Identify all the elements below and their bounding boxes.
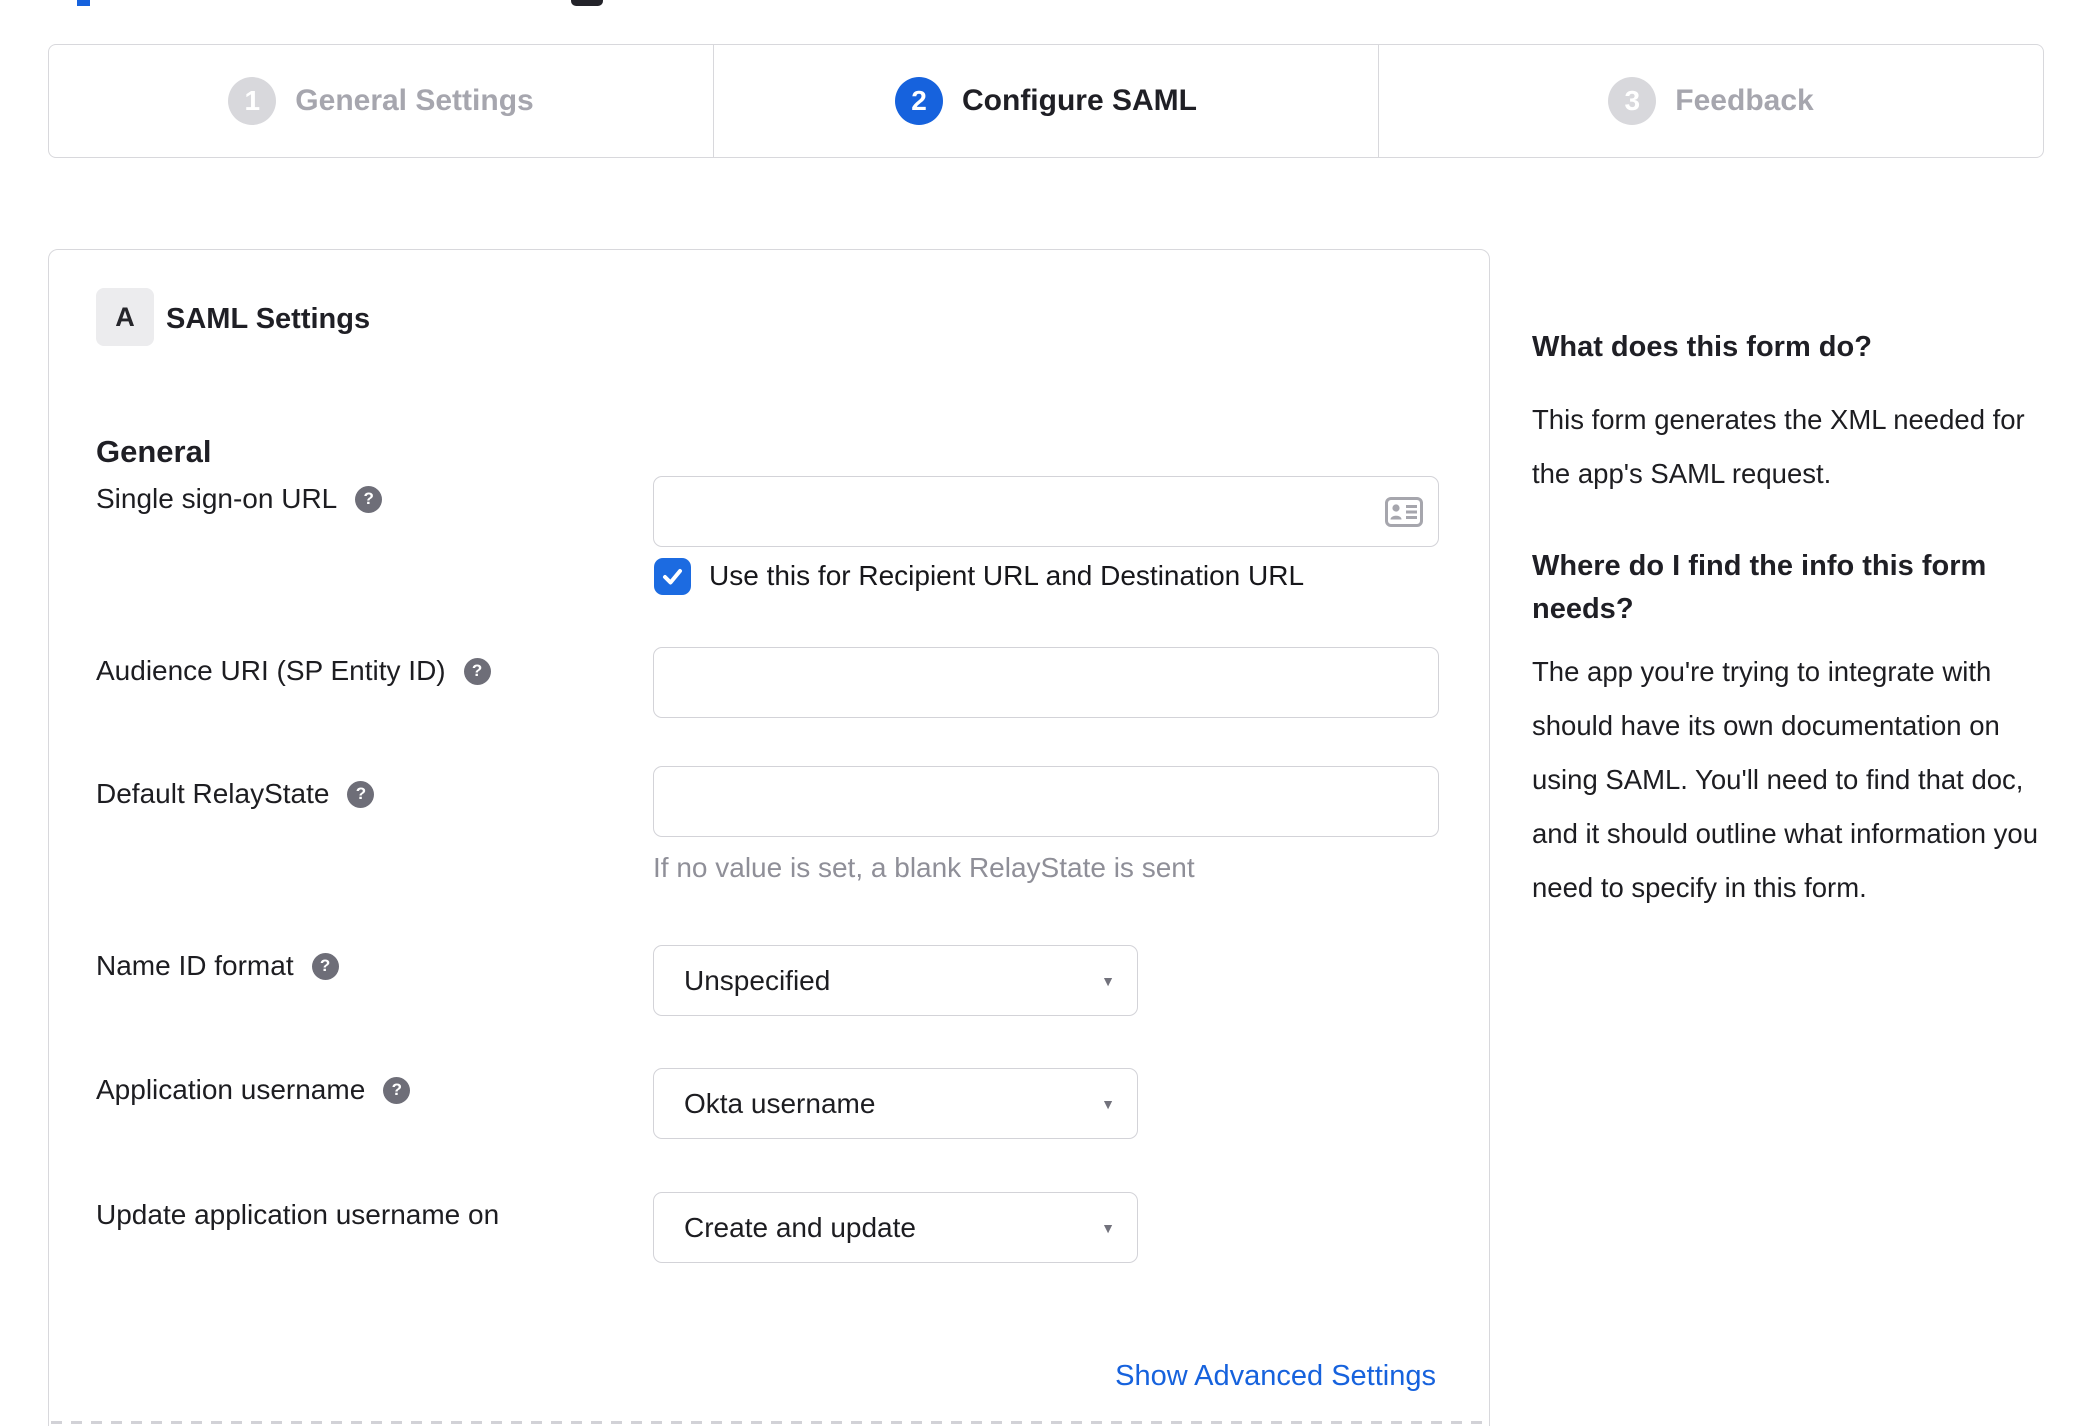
sidebar-heading-what: What does this form do? <box>1532 331 1872 363</box>
step-label: Feedback <box>1675 84 1814 117</box>
relay-state-label: Default RelayState <box>96 778 330 809</box>
sso-url-input[interactable] <box>653 476 1439 547</box>
sidebar-body-where: The app you're trying to integrate with … <box>1532 656 2039 903</box>
name-id-format-label-row: Name ID format ? <box>96 949 339 983</box>
stepper-step-general-settings[interactable]: 1 General Settings <box>49 45 714 157</box>
general-section-heading: General <box>96 434 212 469</box>
step-number-badge: 3 <box>1608 77 1657 125</box>
stepper-step-feedback[interactable]: 3 Feedback <box>1379 45 2043 157</box>
app-username-label-row: Application username ? <box>96 1073 411 1107</box>
top-edge-fragment-blue <box>77 0 90 6</box>
name-id-format-help-icon[interactable]: ? <box>311 952 339 980</box>
checkmark-icon <box>663 569 682 585</box>
app-username-help-icon[interactable]: ? <box>383 1076 411 1104</box>
sso-url-label: Single sign-on URL <box>96 483 338 514</box>
audience-uri-input[interactable] <box>653 647 1439 718</box>
step-number-badge: 2 <box>895 77 943 125</box>
recipient-url-checkbox-label: Use this for Recipient URL and Destinati… <box>709 560 1305 591</box>
section-divider-dashed <box>51 1421 1487 1424</box>
relay-state-help-icon[interactable]: ? <box>347 780 375 808</box>
sidebar-heading-where: Where do I find the info this form needs… <box>1532 550 1987 625</box>
update-username-value: Create and update <box>684 1211 916 1243</box>
help-sidebar: What does this form do? This form genera… <box>1532 326 2059 915</box>
relay-state-hint: If no value is set, a blank RelayState i… <box>653 852 1195 883</box>
app-username-value: Okta username <box>684 1087 876 1119</box>
relay-state-input[interactable] <box>653 766 1439 837</box>
update-username-label-row: Update application username on <box>96 1198 499 1232</box>
sidebar-body-what: This form generates the XML needed for t… <box>1532 404 2025 489</box>
name-id-format-value: Unspecified <box>684 964 831 996</box>
recipient-url-checkbox[interactable] <box>654 558 691 595</box>
audience-uri-help-icon[interactable]: ? <box>463 657 491 685</box>
step-label: General Settings <box>295 84 534 117</box>
name-id-format-label: Name ID format <box>96 950 294 981</box>
saml-settings-panel: A SAML Settings General Single sign-on U… <box>48 249 1490 1426</box>
chevron-down-icon: ▼ <box>1101 1219 1115 1236</box>
app-username-label: Application username <box>96 1074 366 1105</box>
audience-uri-label-row: Audience URI (SP Entity ID) ? <box>96 654 491 688</box>
show-advanced-settings-link[interactable]: Show Advanced Settings <box>1115 1358 1436 1394</box>
audience-uri-label: Audience URI (SP Entity ID) <box>96 655 446 686</box>
panel-title: SAML Settings <box>166 302 371 335</box>
update-username-label: Update application username on <box>96 1199 500 1230</box>
relay-state-label-row: Default RelayState ? <box>96 777 375 811</box>
step-number-badge: 1 <box>228 77 277 125</box>
update-username-select[interactable]: Create and update ▼ <box>653 1192 1138 1263</box>
section-a-badge: A <box>96 288 154 346</box>
top-edge-fragment-dark <box>571 0 603 6</box>
sso-url-help-icon[interactable]: ? <box>355 485 383 513</box>
sso-url-label-row: Single sign-on URL ? <box>96 482 383 516</box>
name-id-format-select[interactable]: Unspecified ▼ <box>653 945 1138 1016</box>
wizard-stepper: 1 General Settings 2 Configure SAML 3 Fe… <box>48 44 2044 158</box>
app-username-select[interactable]: Okta username ▼ <box>653 1068 1138 1139</box>
stepper-step-configure-saml[interactable]: 2 Configure SAML <box>714 45 1379 157</box>
step-label: Configure SAML <box>962 84 1197 117</box>
chevron-down-icon: ▼ <box>1101 1095 1115 1112</box>
chevron-down-icon: ▼ <box>1101 972 1115 989</box>
